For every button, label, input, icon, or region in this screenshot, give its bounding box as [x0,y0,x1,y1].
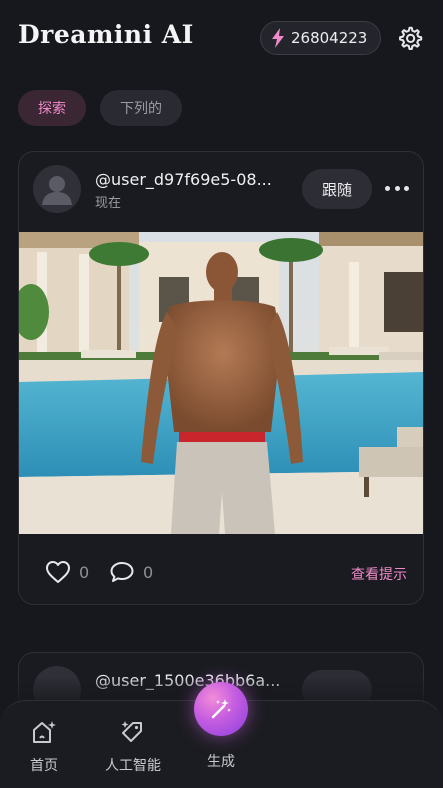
heart-icon [46,561,70,583]
tab-following[interactable]: 下列的 [100,90,182,126]
nav-ai[interactable]: 人工智能 [93,719,173,775]
nav-ai-label: 人工智能 [105,758,161,774]
more-options-icon[interactable] [383,180,411,196]
nav-generate[interactable]: 生成 [181,751,261,771]
nav-home[interactable]: 首页 [4,719,84,775]
follow-button[interactable]: 跟随 [302,169,372,209]
comment-icon [110,562,134,582]
app-title: Dreamini AI [18,20,194,49]
post-image[interactable] [19,232,423,534]
post-username[interactable]: @user_d97f69e5-08... [95,170,295,189]
gear-icon[interactable] [396,25,423,52]
like-count: 0 [79,562,90,582]
post-timestamp: 现在 [95,196,122,211]
nav-home-label: 首页 [30,758,58,774]
ai-tag-icon [121,721,142,742]
feed-tabs: 探索 下列的 [18,90,182,126]
lightning-icon [272,28,284,48]
comment-count: 0 [143,562,154,582]
comment-button[interactable]: 0 [109,560,153,584]
avatar[interactable] [33,165,81,213]
user-silhouette-icon [42,176,72,205]
tab-explore[interactable]: 探索 [18,90,86,126]
home-sparkle-icon [33,721,56,743]
view-prompt-link[interactable]: 查看提示 [351,564,407,584]
generate-fab[interactable] [194,682,248,736]
post-card: @user_d97f69e5-08... 现在 跟随 0 0 查看提示 [18,151,424,605]
credits-badge[interactable]: 26804223 [260,21,381,55]
nav-generate-label: 生成 [207,754,235,770]
post-actions: 0 0 查看提示 [19,552,423,592]
credits-value: 26804223 [291,29,368,47]
magic-wand-icon [211,699,231,719]
like-button[interactable]: 0 [45,560,89,584]
app-header: Dreamini AI 26804223 [0,0,443,76]
